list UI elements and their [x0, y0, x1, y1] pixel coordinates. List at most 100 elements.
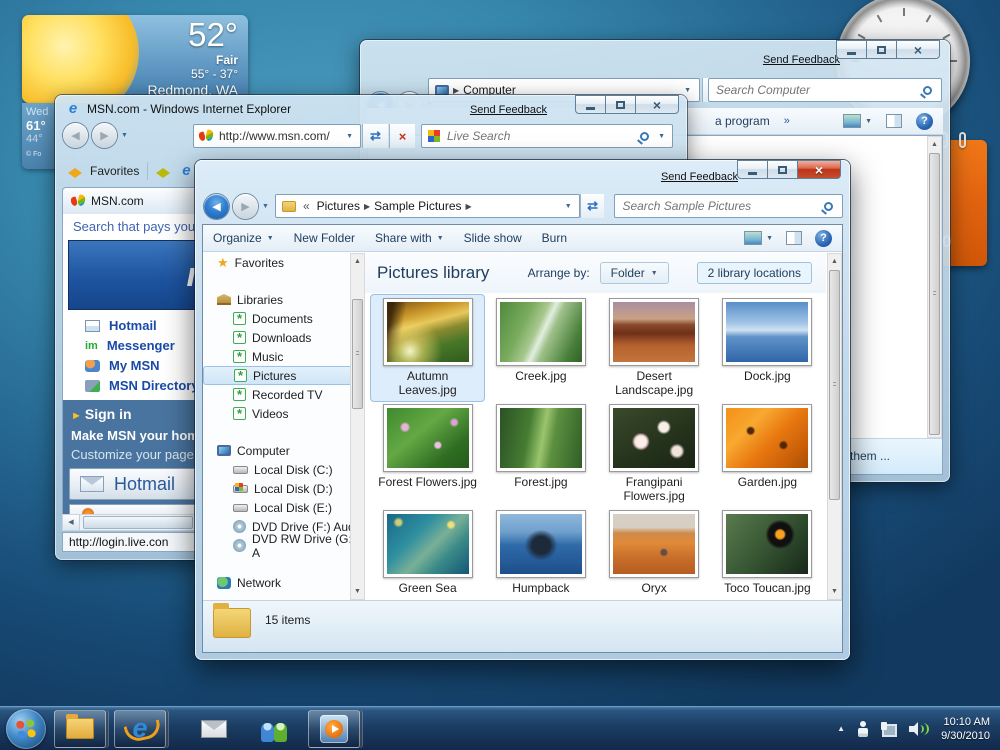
- add-favorite-icon[interactable]: [156, 161, 170, 173]
- breadcrumb-sample-pictures[interactable]: Sample Pictures: [374, 199, 461, 213]
- search-dropdown-icon[interactable]: ▼: [658, 133, 665, 140]
- nav-network[interactable]: Network: [203, 573, 365, 592]
- nav-computer[interactable]: Computer: [203, 441, 365, 460]
- maximize-button[interactable]: [767, 160, 797, 179]
- nav-disk-c[interactable]: Local Disk (C:): [203, 460, 365, 479]
- scroll-down-icon[interactable]: ▼: [351, 584, 364, 599]
- back-button[interactable]: ◀: [63, 123, 88, 148]
- hotmail-button[interactable]: Hotmail: [69, 468, 203, 500]
- pictures-window[interactable]: Send Feedback × ◀ ▶ ▼ « Pictures ▶ Sampl…: [195, 160, 850, 660]
- back-button[interactable]: ◀: [204, 194, 229, 219]
- nav-documents[interactable]: *Documents: [203, 309, 365, 328]
- toolbar-fragment[interactable]: a program: [715, 114, 770, 128]
- nav-videos[interactable]: *Videos: [203, 404, 365, 423]
- preview-pane-button[interactable]: [786, 231, 802, 245]
- arrange-by-dropdown[interactable]: Folder▼: [600, 262, 669, 284]
- nav-music[interactable]: *Music: [203, 347, 365, 366]
- file-item[interactable]: Creek.jpg: [484, 295, 597, 401]
- views-button[interactable]: ▼: [843, 114, 872, 128]
- nav-downloads[interactable]: *Downloads: [203, 328, 365, 347]
- file-item[interactable]: Frangipani Flowers.jpg: [598, 401, 711, 507]
- new-folder-button[interactable]: New Folder: [284, 225, 365, 251]
- link-hotmail[interactable]: Hotmail: [85, 318, 199, 333]
- close-button[interactable]: ×: [797, 160, 841, 179]
- file-item[interactable]: Toco Toucan.jpg: [711, 507, 824, 613]
- suggested-sites-icon[interactable]: [178, 163, 194, 179]
- file-item[interactable]: Oryx: [598, 507, 711, 613]
- taskbar-media-player-button[interactable]: [308, 710, 360, 748]
- taskbar-ie-button[interactable]: e: [114, 710, 166, 748]
- scroll-down-icon[interactable]: ▼: [828, 584, 841, 599]
- search-input[interactable]: [440, 129, 640, 143]
- nav-libraries[interactable]: Libraries: [203, 290, 365, 309]
- forward-button[interactable]: ▶: [233, 194, 258, 219]
- history-dropdown-icon[interactable]: ▼: [121, 132, 128, 139]
- slide-show-button[interactable]: Slide show: [454, 225, 532, 251]
- action-center-icon[interactable]: [857, 721, 869, 737]
- share-with-button[interactable]: Share with▼: [365, 225, 454, 251]
- network-tray-icon[interactable]: [881, 722, 897, 736]
- help-button[interactable]: ?: [916, 113, 933, 130]
- send-feedback-link[interactable]: Send Feedback: [763, 54, 840, 66]
- maximize-button[interactable]: [866, 40, 896, 59]
- library-locations-button[interactable]: 2 library locations: [697, 262, 812, 284]
- partial-button[interactable]: [69, 504, 203, 514]
- live-search-box[interactable]: ▼: [421, 124, 673, 148]
- msn-tagline[interactable]: Search that pays you: [73, 219, 195, 234]
- send-feedback-link[interactable]: Send Feedback: [661, 171, 738, 183]
- taskbar-mail-button[interactable]: [188, 710, 240, 748]
- help-button[interactable]: ?: [815, 230, 832, 247]
- refresh-button[interactable]: ⇄: [362, 124, 388, 148]
- file-item[interactable]: Dock.jpg: [711, 295, 824, 401]
- nav-scrollbar[interactable]: ▲ ▼: [350, 253, 365, 600]
- forward-button[interactable]: ▶: [92, 123, 117, 148]
- scrollbar-thumb[interactable]: [83, 516, 193, 529]
- file-item[interactable]: Humpback: [484, 507, 597, 613]
- history-dropdown-icon[interactable]: ▼: [262, 203, 269, 210]
- close-button[interactable]: ×: [635, 95, 679, 114]
- vertical-scrollbar[interactable]: ▲: [927, 136, 942, 438]
- nav-disk-d[interactable]: Local Disk (D:): [203, 479, 365, 498]
- file-item[interactable]: Desert Landscape.jpg: [598, 295, 711, 401]
- maximize-button[interactable]: [605, 95, 635, 114]
- scroll-up-icon[interactable]: ▲: [351, 254, 364, 269]
- file-item[interactable]: Autumn Leaves.jpg: [371, 295, 484, 401]
- address-dropdown-icon[interactable]: ▼: [565, 203, 572, 210]
- minimize-button[interactable]: [836, 40, 866, 59]
- scroll-left-icon[interactable]: ◀: [63, 515, 80, 530]
- search-box[interactable]: [614, 194, 843, 218]
- tab-msn[interactable]: MSN.com: [62, 187, 200, 214]
- nav-pictures[interactable]: *Pictures: [203, 366, 361, 385]
- start-button[interactable]: [6, 709, 46, 749]
- scrollbar-thumb[interactable]: [929, 153, 940, 435]
- address-dropdown-icon[interactable]: ▼: [346, 133, 353, 140]
- taskbar-clock[interactable]: 10:10 AM 9/30/2010: [941, 715, 990, 743]
- close-button[interactable]: ×: [896, 40, 940, 59]
- burn-button[interactable]: Burn: [532, 225, 577, 251]
- nav-favorites[interactable]: ★Favorites: [203, 253, 365, 272]
- stop-button[interactable]: ×: [389, 124, 415, 148]
- link-my-msn[interactable]: My MSN: [85, 358, 199, 373]
- search-input[interactable]: [615, 199, 824, 213]
- address-url[interactable]: http://www.msn.com/: [219, 129, 330, 143]
- favorites-label[interactable]: Favorites: [90, 164, 139, 178]
- breadcrumb-pictures[interactable]: Pictures: [317, 199, 360, 213]
- search-input[interactable]: [709, 83, 923, 97]
- file-item[interactable]: Garden.jpg: [711, 401, 824, 507]
- scroll-up-icon[interactable]: ▲: [928, 137, 941, 152]
- scrollbar-thumb[interactable]: [829, 270, 840, 500]
- file-item[interactable]: Green Sea: [371, 507, 484, 613]
- address-bar[interactable]: http://www.msn.com/ ▼: [193, 124, 361, 148]
- views-button[interactable]: ▼: [744, 231, 773, 245]
- ie-titlebar[interactable]: MSN.com - Windows Internet Explorer: [65, 101, 291, 117]
- weather-gadget[interactable]: 52° Fair 55° - 37° Redmond, WA: [22, 15, 248, 103]
- nav-disk-e[interactable]: Local Disk (E:): [203, 498, 365, 517]
- taskbar-messenger-button[interactable]: [248, 710, 300, 748]
- search-box[interactable]: [708, 78, 942, 102]
- hidden-icons-arrow-icon[interactable]: ▲: [837, 724, 845, 733]
- file-item[interactable]: Forest Flowers.jpg: [371, 401, 484, 507]
- minimize-button[interactable]: [575, 95, 605, 114]
- file-item[interactable]: Forest.jpg: [484, 401, 597, 507]
- nav-dvd-g[interactable]: DVD RW Drive (G:) A: [203, 536, 365, 555]
- link-messenger[interactable]: imMessenger: [85, 338, 199, 353]
